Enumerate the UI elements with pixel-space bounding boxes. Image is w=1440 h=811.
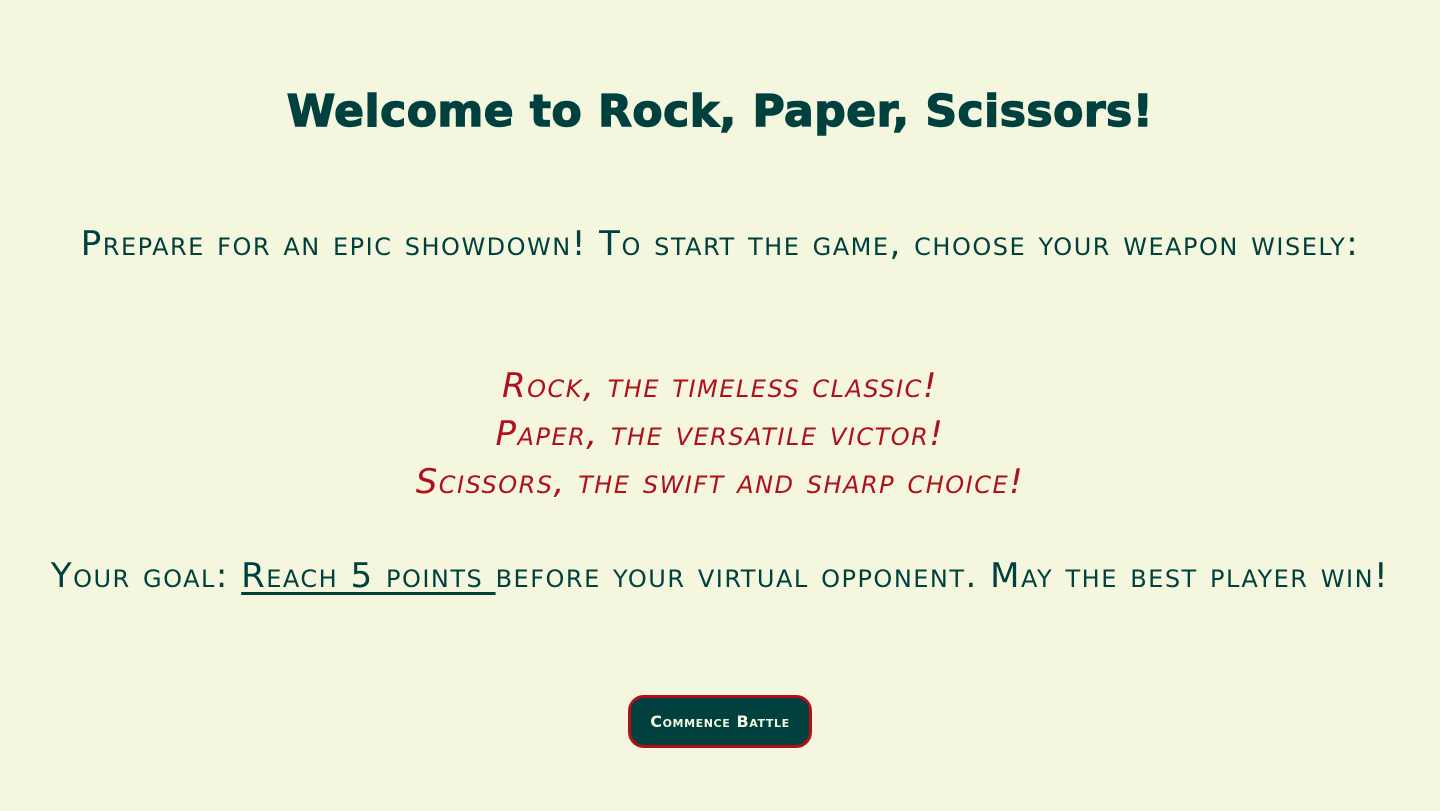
intro-text: Prepare for an epic showdown! To start t… <box>80 224 1360 264</box>
choice-paper: Paper, the versatile victor! <box>495 414 945 454</box>
page-title: Welcome to Rock, Paper, Scissors! <box>286 85 1154 137</box>
choice-scissors: Scissors, the swift and sharp choice! <box>415 462 1025 502</box>
goal-text: Your goal: Reach 5 points before your vi… <box>30 552 1410 600</box>
goal-suffix: before your virtual opponent. May the be… <box>495 556 1390 596</box>
choice-rock: Rock, the timeless classic! <box>502 366 938 406</box>
weapon-choices-list: Rock, the timeless classic! Paper, the v… <box>0 362 1440 506</box>
goal-target: Reach 5 points <box>241 556 496 596</box>
commence-battle-button[interactable]: Commence Battle <box>628 695 812 748</box>
goal-prefix: Your goal: <box>50 556 242 596</box>
welcome-screen: Welcome to Rock, Paper, Scissors! Prepar… <box>0 0 1440 811</box>
